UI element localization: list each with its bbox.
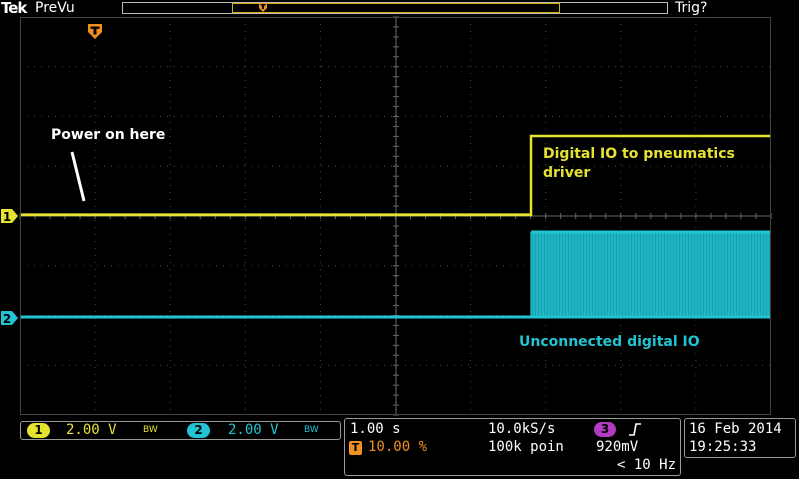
ch1-bandwidth-limit-icon: BW: [143, 425, 158, 435]
channel-readout-panel: 1 2.00 V BW 2 2.00 V BW: [20, 421, 341, 440]
time-per-division[interactable]: 1.00 s: [350, 421, 401, 437]
ch2-bandwidth-limit-icon: BW: [304, 425, 319, 435]
sample-rate: 10.0kS/s: [488, 421, 556, 437]
annotation-power-on: Power on here: [51, 127, 166, 143]
trigger-level[interactable]: 920mV: [596, 439, 638, 455]
ch2-scale[interactable]: 2.00 V: [228, 422, 279, 438]
ch2-ground-marker[interactable]: 2: [1, 311, 18, 326]
ch2-badge[interactable]: 2: [187, 423, 210, 438]
annotation-unconnected-io: Unconnected digital IO: [519, 334, 700, 350]
trigger-position-percent[interactable]: 10.00 %: [368, 439, 427, 455]
record-length: 100k poin: [488, 439, 564, 455]
annotation-digital-io-line2: driver: [543, 165, 591, 181]
ch2-marker-label: 2: [3, 312, 11, 326]
trigger-position-icon: T: [349, 441, 362, 455]
annotation-digital-io: Digital IO to pneumatics driver: [543, 145, 763, 183]
rising-edge-icon: [629, 423, 641, 436]
annotation-digital-io-line1: Digital IO to pneumatics: [543, 146, 735, 162]
time-readout: 19:25:33: [689, 439, 757, 455]
timebase-trigger-panel: 1.00 s 10.0kS/s 3 T 10.00 % 100k poin 92…: [344, 418, 681, 476]
ch1-ground-marker[interactable]: 1: [1, 209, 18, 224]
ch1-scale[interactable]: 2.00 V: [66, 422, 117, 438]
ch1-badge[interactable]: 1: [27, 423, 50, 438]
trigger-frequency: < 10 Hz: [617, 457, 677, 473]
date-readout: 16 Feb 2014: [689, 421, 782, 437]
graticule-frame: [20, 17, 771, 415]
ch1-marker-label: 1: [3, 210, 11, 224]
trigger-source-badge[interactable]: 3: [594, 422, 616, 437]
date-time-panel: 16 Feb 2014 19:25:33: [684, 418, 796, 458]
